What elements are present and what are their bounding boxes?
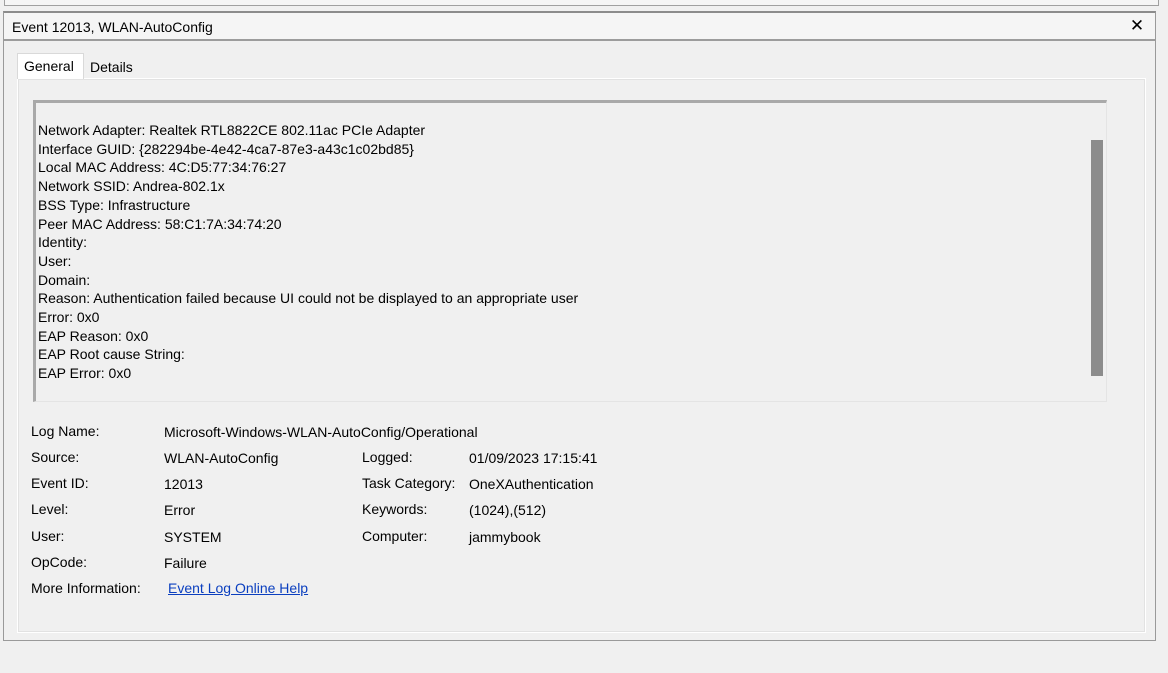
general-tab-panel: Network Adapter: Realtek RTL8822CE 802.1… (17, 78, 1146, 633)
event-properties-window: Event 12013, WLAN-AutoConfig ✕ General D… (3, 11, 1156, 641)
tab-general[interactable]: General (17, 53, 84, 79)
window-title: Event 12013, WLAN-AutoConfig (12, 19, 213, 35)
background-window-strip (0, 0, 1168, 10)
log-name-label: Log Name: (31, 423, 100, 439)
tab-details[interactable]: Details (84, 56, 144, 79)
description-line: BSS Type: Infrastructure (38, 196, 191, 213)
description-line: Peer MAC Address: 58:C1:7A:34:74:20 (38, 215, 282, 232)
opcode-value: Failure (164, 555, 207, 571)
level-label: Level: (31, 501, 69, 517)
description-line: Interface GUID: {282294be-4e42-4ca7-87e3… (38, 140, 414, 157)
keywords-label: Keywords: (362, 501, 428, 517)
description-line: Domain: (38, 271, 91, 288)
log-name-value: Microsoft-Windows-WLAN-AutoConfig/Operat… (164, 424, 478, 440)
task-category-label: Task Category: (362, 475, 456, 491)
description-line: EAP Root cause String: (38, 346, 185, 363)
computer-value: jammybook (469, 529, 541, 545)
source-value: WLAN-AutoConfig (164, 450, 279, 466)
event-description-text: Network Adapter: Realtek RTL8822CE 802.1… (38, 121, 578, 383)
task-category-value: OneXAuthentication (469, 476, 594, 492)
more-information-label: More Information: (31, 580, 141, 596)
description-line: EAP Reason: 0x0 (38, 327, 149, 344)
description-line: Network Adapter: Realtek RTL8822CE 802.1… (38, 122, 426, 138)
event-id-label: Event ID: (31, 475, 89, 491)
user-label: User: (31, 528, 65, 544)
scrollbar-thumb[interactable] (1091, 140, 1103, 376)
description-line: Error: 0x0 (38, 309, 100, 326)
description-line: Reason: Authentication failed because UI… (38, 290, 579, 307)
event-id-value: 12013 (164, 476, 203, 492)
opcode-label: OpCode: (31, 554, 88, 570)
description-line: Identity: (38, 234, 88, 251)
computer-label: Computer: (362, 528, 428, 544)
keywords-value: (1024),(512) (469, 502, 547, 518)
level-value: Error (164, 502, 196, 518)
logged-label: Logged: (362, 449, 413, 465)
close-icon[interactable]: ✕ (1127, 15, 1147, 37)
title-bar: Event 12013, WLAN-AutoConfig ✕ (4, 13, 1155, 41)
description-line: EAP Error: 0x0 (38, 365, 132, 382)
event-log-online-help-link[interactable]: Event Log Online Help (168, 580, 308, 596)
description-line: User: (38, 252, 72, 269)
description-line: Local MAC Address: 4C:D5:77:34:76:27 (38, 159, 287, 176)
source-label: Source: (31, 449, 80, 465)
user-value: SYSTEM (164, 529, 222, 545)
background-window-edge (4, 0, 1159, 6)
logged-value: 01/09/2023 17:15:41 (469, 450, 598, 466)
description-line: Network SSID: Andrea-802.1x (38, 178, 225, 195)
vertical-scrollbar[interactable] (1091, 103, 1103, 401)
event-description-box[interactable]: Network Adapter: Realtek RTL8822CE 802.1… (33, 100, 1107, 402)
